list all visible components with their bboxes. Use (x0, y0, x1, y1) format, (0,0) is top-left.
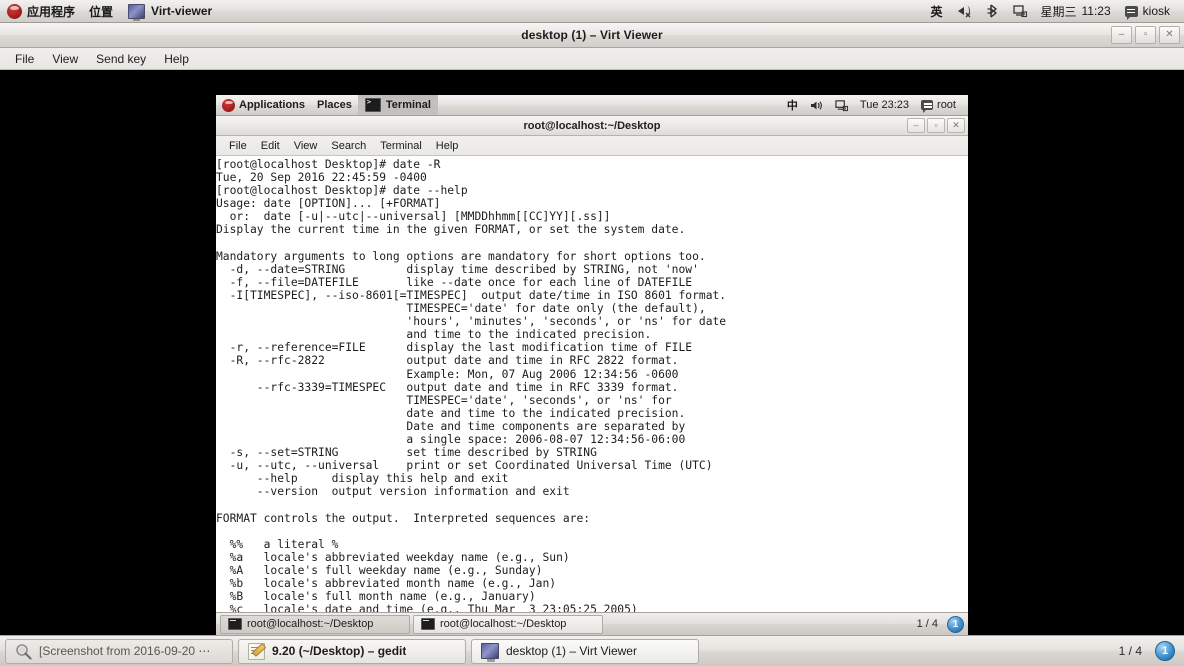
guest-applications-label: Applications (239, 99, 306, 111)
maximize-icon[interactable]: ▫ (927, 118, 945, 133)
virt-viewer-icon (481, 643, 499, 662)
guest-task-button-1[interactable]: root@localhost:~/Desktop (220, 614, 410, 634)
virt-viewer-titlebar[interactable]: desktop (1) – Virt Viewer ‒ ▫ ✕ (0, 23, 1184, 48)
terminal-menu-view[interactable]: View (287, 138, 325, 154)
virt-viewer-menubar: File View Send key Help (0, 48, 1184, 70)
terminal-menu-help[interactable]: Help (429, 138, 466, 154)
virt-viewer-window: desktop (1) – Virt Viewer ‒ ▫ ✕ File Vie… (0, 23, 1184, 659)
terminal-menu-file[interactable]: File (222, 138, 254, 154)
host-places-label: 位置 (89, 4, 114, 19)
terminal-menubar: File Edit View Search Terminal Help (216, 136, 968, 156)
host-task-button-virt-viewer[interactable]: desktop (1) – Virt Viewer (471, 638, 699, 664)
volume-icon (810, 99, 823, 112)
virt-viewer-title: desktop (1) – Virt Viewer (521, 28, 663, 42)
guest-input-method-indicator[interactable]: 中 (781, 95, 804, 115)
guest-active-task-label: Terminal (385, 99, 431, 111)
terminal-menu-search[interactable]: Search (324, 138, 373, 154)
guest-clock[interactable]: Tue 23:23 (854, 95, 915, 115)
close-icon[interactable]: ✕ (1159, 26, 1180, 44)
guest-volume-button[interactable] (804, 95, 829, 115)
host-network-button[interactable] (1006, 0, 1034, 22)
host-task-label-gedit: 9.20 (~/Desktop) – gedit (272, 644, 407, 658)
guest-task-button-2[interactable]: root@localhost:~/Desktop (413, 614, 603, 634)
host-taskbar: [Screenshot from 2016-09-20 ⋯ 9.20 (~/De… (0, 635, 1184, 666)
menu-help[interactable]: Help (155, 50, 198, 68)
maximize-icon[interactable]: ▫ (1135, 26, 1156, 44)
host-menu-applications[interactable]: 应用程序 (0, 0, 82, 22)
guest-user-menu[interactable]: root (915, 95, 962, 115)
host-top-panel: 应用程序 位置 Virt-viewer 英 星期三 11:23 kiosk (0, 0, 1184, 23)
virt-viewer-icon (128, 3, 146, 21)
terminal-menu-terminal[interactable]: Terminal (373, 138, 429, 154)
host-user-label: kiosk (1142, 4, 1170, 18)
terminal-title: root@localhost:~/Desktop (523, 119, 661, 132)
host-bluetooth-button[interactable] (978, 0, 1006, 22)
host-task-button-gedit[interactable]: 9.20 (~/Desktop) – gedit (238, 638, 466, 664)
menu-file[interactable]: File (6, 50, 43, 68)
terminal-output[interactable]: [root@localhost Desktop]# date -R Tue, 2… (216, 156, 968, 635)
host-clock-label: 11:23 (1081, 4, 1111, 18)
minimize-icon[interactable]: ‒ (1111, 26, 1132, 44)
gedit-icon (248, 642, 265, 660)
screen-root: 应用程序 位置 Virt-viewer 英 星期三 11:23 kiosk de… (0, 0, 1184, 666)
host-task-label-screenshot: [Screenshot from 2016-09-20 ⋯ (39, 644, 211, 658)
host-menu-places[interactable]: 位置 (82, 0, 120, 22)
host-user-menu[interactable]: kiosk (1118, 0, 1177, 22)
network-icon (1012, 4, 1027, 18)
terminal-window: root@localhost:~/Desktop ‒ ▫ ✕ File Edit… (216, 116, 968, 635)
guest-network-button[interactable] (829, 95, 854, 115)
guest-places-label: Places (317, 99, 352, 111)
guest-taskbar: root@localhost:~/Desktop root@localhost:… (216, 612, 968, 635)
input-method-label: 英 (930, 4, 943, 19)
guest-pager-label: 1 / 4 (916, 618, 938, 630)
message-icon (1124, 5, 1138, 20)
guest-input-method-label: 中 (786, 99, 798, 112)
guest-desktop: Applications Places Terminal 中 (216, 95, 968, 659)
volume-muted-icon (957, 4, 971, 18)
minimize-icon[interactable]: ‒ (907, 118, 925, 133)
guest-clock-label: Tue 23:23 (859, 99, 910, 111)
host-active-task-label: Virt-viewer (151, 4, 213, 18)
close-icon[interactable]: ✕ (947, 118, 965, 133)
host-input-method-indicator[interactable]: 英 (923, 0, 949, 22)
bluetooth-icon (985, 4, 999, 18)
terminal-icon (364, 98, 381, 112)
virt-viewer-window-buttons: ‒ ▫ ✕ (1111, 26, 1180, 44)
host-workspace-switcher[interactable]: 1 (1155, 641, 1175, 661)
terminal-menu-edit[interactable]: Edit (254, 138, 287, 154)
menu-send-key[interactable]: Send key (87, 50, 155, 68)
host-volume-button[interactable] (950, 0, 978, 22)
guest-task-label-2: root@localhost:~/Desktop (440, 618, 567, 630)
host-panel-active-task[interactable]: Virt-viewer (120, 0, 220, 22)
host-pager-label: 1 / 4 (1118, 644, 1142, 658)
guest-menu-applications[interactable]: Applications (216, 95, 311, 115)
host-task-label-virt-viewer: desktop (1) – Virt Viewer (506, 644, 637, 658)
terminal-icon (228, 618, 242, 630)
terminal-window-buttons: ‒ ▫ ✕ (907, 118, 965, 133)
fedora-logo-icon (7, 3, 22, 19)
network-icon (835, 99, 848, 112)
host-task-button-screenshot[interactable]: [Screenshot from 2016-09-20 ⋯ (5, 638, 233, 664)
message-icon (921, 100, 934, 113)
guest-menu-places[interactable]: Places (311, 95, 358, 115)
fedora-logo-icon (222, 98, 235, 112)
guest-display-area[interactable]: Applications Places Terminal 中 (0, 71, 1184, 659)
host-applications-label: 应用程序 (27, 4, 76, 19)
host-clock[interactable]: 星期三 11:23 (1034, 0, 1118, 22)
host-day-label: 星期三 (1040, 4, 1077, 19)
guest-top-panel: Applications Places Terminal 中 (216, 95, 968, 116)
guest-workspace-switcher[interactable]: 1 (947, 615, 964, 633)
terminal-titlebar[interactable]: root@localhost:~/Desktop ‒ ▫ ✕ (216, 116, 968, 136)
guest-task-label-1: root@localhost:~/Desktop (247, 618, 374, 630)
guest-user-label: root (937, 99, 956, 111)
menu-view[interactable]: View (43, 50, 87, 68)
screenshot-icon (15, 643, 32, 660)
guest-panel-active-task[interactable]: Terminal (357, 95, 438, 115)
terminal-icon (421, 618, 435, 630)
